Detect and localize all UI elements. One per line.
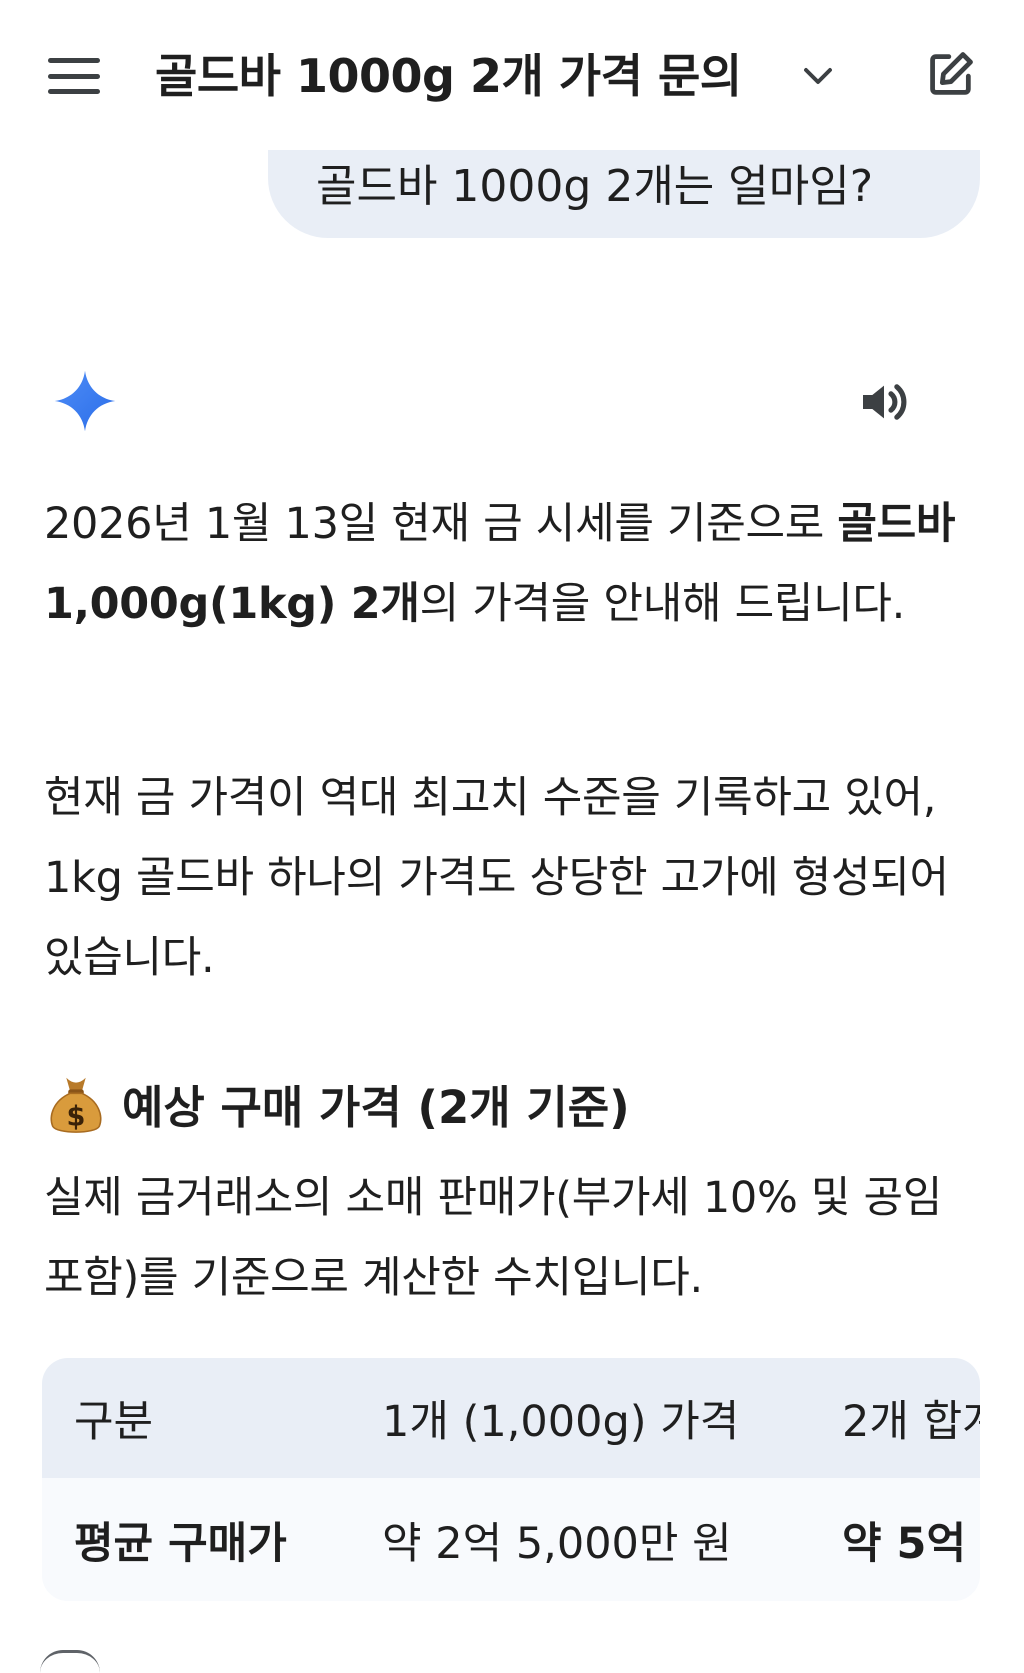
table-cell: 평균 구매가 [74,1518,287,1569]
speaker-icon[interactable] [856,374,912,430]
svg-text:$: $ [67,1101,86,1132]
section-body: 실제 금거래소의 소매 판매가(부가세 10% 및 공임 포함)를 기준으로 계… [44,1173,943,1303]
conversation-title[interactable]: 골드바 1000g 2개 가격 문의 [155,40,742,106]
response-intro: 2026년 1월 13일 현재 금 시세를 기준으로 골드바 1,000g(1k… [44,484,984,644]
top-app-bar: 골드바 1000g 2개 가격 문의 [0,0,1024,150]
table-header-cell: 구분 [74,1397,154,1447]
table-header-row: 구분 1개 (1,000g) 가격 2개 합계 [42,1358,980,1478]
menu-icon[interactable] [48,54,100,98]
user-message-text: 골드바 1000g 2개는 얼마임? [316,161,874,212]
intro-text: 2026년 1월 13일 현재 금 시세를 기준으로 [44,499,838,549]
section-heading-text: 예상 구매 가격 (2개 기준) [122,1080,630,1134]
table-cell: 약 5억 [842,1518,967,1569]
table-header-cell: 1개 (1,000g) 가격 [382,1397,740,1447]
intro-text-end: 의 가격을 안내해 드립니다. [419,579,906,629]
new-chat-edit-icon[interactable] [925,48,977,100]
gemini-sparkle-icon [54,370,116,432]
money-bag-icon: $ [50,1077,102,1133]
section-heading: $ 예상 구매 가격 (2개 기준) [44,1070,630,1136]
bottom-partial-element [40,1650,100,1673]
table-row: 평균 구매가 약 2억 5,000만 원 약 5억 [42,1478,980,1601]
price-table: 구분 1개 (1,000g) 가격 2개 합계 평균 구매가 약 2억 5,00… [42,1358,980,1601]
table-cell: 약 2억 5,000만 원 [382,1518,732,1569]
response-paragraph: 현재 금 가격이 역대 최고치 수준을 기록하고 있어, 1kg 골드바 하나의… [44,773,949,983]
table-header-cell: 2개 합계 [842,1397,980,1447]
chevron-down-icon[interactable] [800,58,836,94]
